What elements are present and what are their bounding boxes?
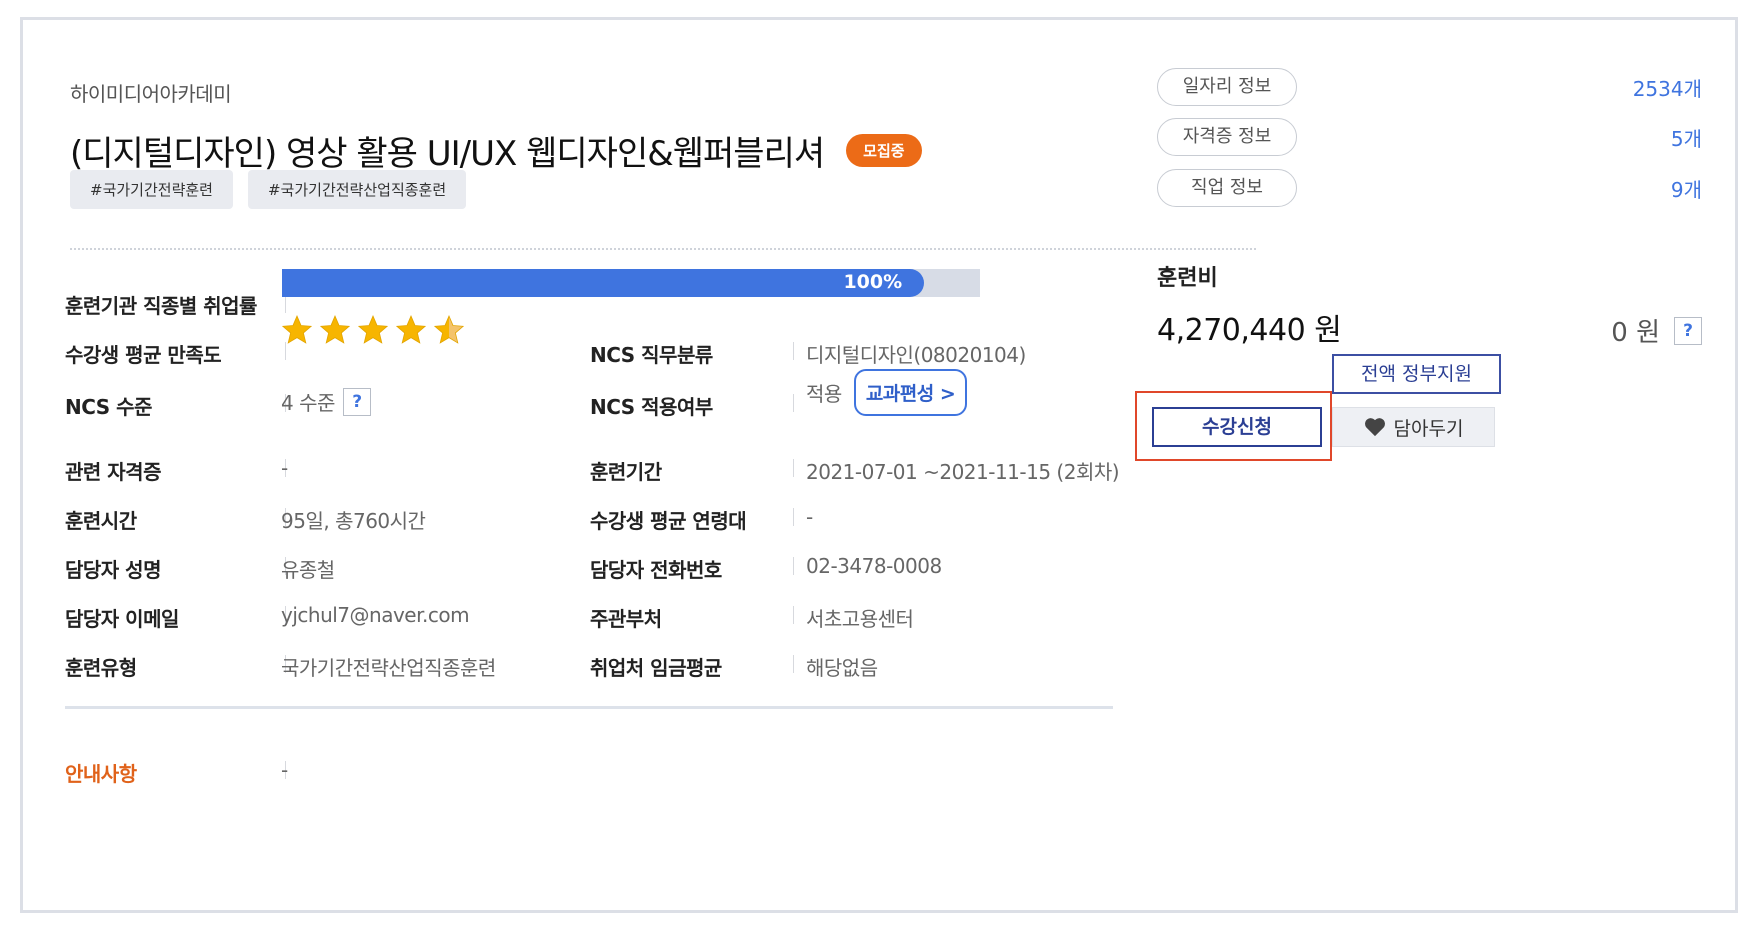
title-row: (디지털디자인) 영상 활용 UI/UX 웹디자인&웹퍼블리셔 모집중	[70, 126, 922, 175]
course-detail-panel: 하이미디어아카데미 (디지털디자인) 영상 활용 UI/UX 웹디자인&웹퍼블리…	[20, 17, 1738, 913]
manager-phone-value: 02-3478-0008	[806, 554, 942, 578]
employment-rate-label: 훈련기관 직종별 취업률	[65, 294, 257, 318]
ncs-applied-value: 적용 교과편성 >	[806, 369, 968, 416]
wishlist-button[interactable]: 담아두기	[1332, 407, 1495, 447]
avg-age-label: 수강생 평균 연령대	[590, 509, 747, 533]
manager-email-value: yjchul7@naver.com	[281, 603, 470, 627]
satisfaction-label: 수강생 평균 만족도	[65, 343, 222, 367]
avg-wage-label: 취업처 임금평균	[590, 656, 722, 680]
notice-label: 안내사항	[65, 762, 137, 786]
tag-item[interactable]: #국가기간전략산업직종훈련	[247, 170, 467, 209]
training-type-label: 훈련유형	[65, 656, 137, 680]
fee-title: 훈련비	[1157, 266, 1218, 291]
recruiting-badge: 모집중	[846, 134, 922, 167]
star-icon	[357, 314, 389, 344]
ncs-level-text: 4 수준	[281, 391, 335, 415]
ncs-job-label: NCS 직무분류	[590, 343, 713, 367]
employment-rate-bar: 100%	[282, 269, 980, 297]
certificate-info-link[interactable]: 자격증 정보	[1157, 118, 1297, 156]
certificate-label: 관련 자격증	[65, 460, 161, 484]
ncs-applied-label: NCS 적용여부	[590, 395, 713, 419]
divider	[793, 394, 794, 412]
star-icon	[319, 314, 351, 344]
manager-name-label: 담당자 성명	[65, 558, 161, 582]
department-value: 서초고용센터	[806, 607, 914, 631]
employment-rate-fill: 100%	[282, 269, 925, 297]
divider	[793, 508, 794, 526]
hours-value: 95일, 총760시간	[281, 509, 426, 533]
avg-wage-value: 해당없음	[806, 656, 878, 680]
self-pay-amount: 0 원	[1611, 318, 1660, 348]
self-pay: 0 원 ?	[1611, 312, 1702, 349]
ncs-level-label: NCS 수준	[65, 395, 152, 419]
divider	[793, 342, 794, 360]
fee-amount: 4,270,440 원	[1157, 313, 1342, 348]
certificate-info-count[interactable]: 5개	[1671, 123, 1702, 152]
institution-name: 하이미디어아카데미	[70, 82, 232, 106]
job-info-link[interactable]: 일자리 정보	[1157, 68, 1297, 106]
avg-age-value: -	[806, 505, 813, 529]
ncs-applied-text: 적용	[806, 382, 842, 406]
certificate-value: -	[281, 456, 288, 480]
divider	[793, 557, 794, 575]
tag-list: #국가기간전략훈련 #국가기간전략산업직종훈련	[70, 170, 467, 209]
job-info-count[interactable]: 2534개	[1633, 73, 1702, 102]
divider	[793, 606, 794, 624]
manager-name-value: 유종철	[281, 558, 335, 582]
divider	[70, 248, 1256, 250]
period-value: 2021-07-01 ~2021-11-15 (2회차)	[806, 460, 1120, 484]
career-info-link[interactable]: 직업 정보	[1157, 169, 1297, 207]
star-icon	[281, 314, 313, 344]
star-icon	[395, 314, 427, 344]
department-label: 주관부처	[590, 607, 662, 631]
training-type-value: 국가기간전략산업직종훈련	[281, 656, 496, 680]
apply-button[interactable]: 수강신청	[1152, 407, 1322, 447]
star-icon	[433, 314, 465, 344]
sidebar: 일자리 정보 2534개 자격증 정보 5개 직업 정보 9개 훈련비 4,27…	[1123, 20, 1735, 910]
satisfaction-stars	[281, 314, 465, 346]
period-label: 훈련기간	[590, 460, 662, 484]
gov-support-button[interactable]: 전액 정부지원	[1332, 354, 1501, 394]
heart-icon	[1364, 418, 1385, 437]
wishlist-label: 담아두기	[1393, 417, 1464, 440]
divider	[285, 295, 286, 313]
tag-item[interactable]: #국가기간전략훈련	[70, 170, 233, 209]
employment-rate-value: 100%	[843, 271, 903, 293]
manager-email-label: 담당자 이메일	[65, 607, 179, 631]
ncs-level-value: 4 수준 ?	[281, 387, 371, 416]
divider	[793, 459, 794, 477]
manager-phone-label: 담당자 전화번호	[590, 558, 722, 582]
notice-value: -	[281, 758, 288, 782]
ncs-job-value: 디지털디자인(08020104)	[806, 343, 1026, 367]
divider	[65, 706, 1113, 709]
course-title: (디지털디자인) 영상 활용 UI/UX 웹디자인&웹퍼블리셔	[70, 134, 825, 174]
help-icon[interactable]: ?	[1674, 316, 1702, 345]
hours-label: 훈련시간	[65, 509, 137, 533]
curriculum-button[interactable]: 교과편성 >	[853, 369, 968, 416]
career-info-count[interactable]: 9개	[1671, 174, 1702, 203]
course-info-section: 하이미디어아카데미 (디지털디자인) 영상 활용 UI/UX 웹디자인&웹퍼블리…	[23, 20, 1303, 910]
divider	[793, 655, 794, 673]
help-icon[interactable]: ?	[342, 387, 371, 416]
